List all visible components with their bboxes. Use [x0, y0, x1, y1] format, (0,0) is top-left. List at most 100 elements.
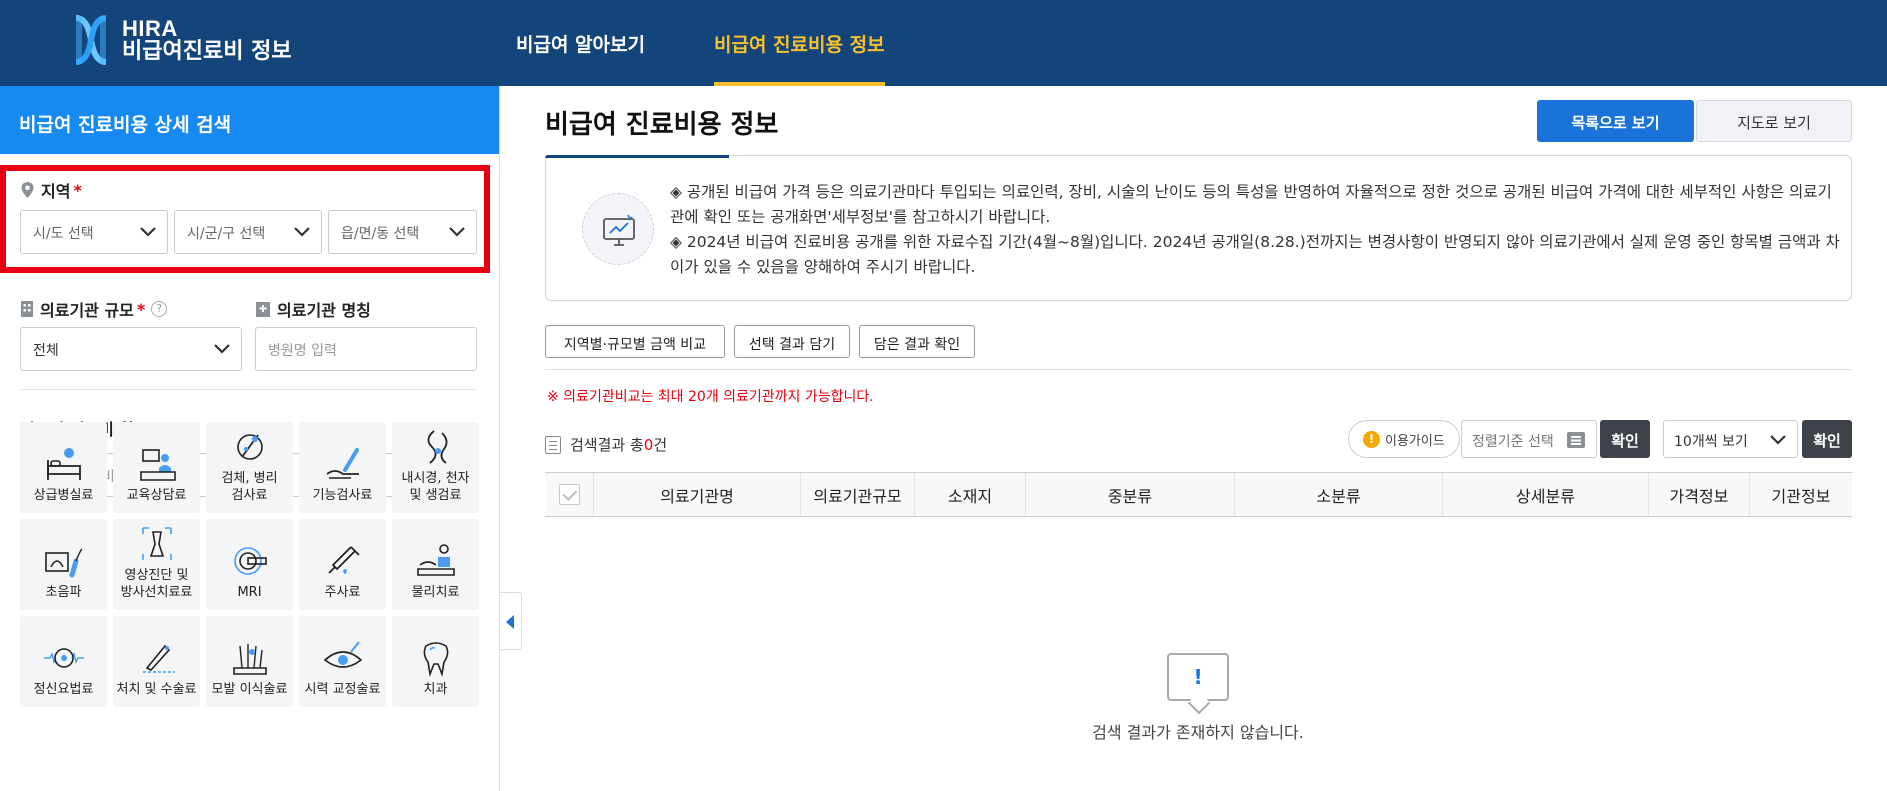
category-function-test[interactable]: 기능검사료	[299, 422, 386, 513]
category-label: MRI	[237, 585, 262, 601]
divider	[545, 369, 1852, 370]
category-label: 초음파	[45, 585, 82, 601]
nav-noncovered-cost[interactable]: 비급여 진료비용 정보	[714, 0, 885, 86]
sigungu-select[interactable]: 시/군/구 선택	[174, 210, 322, 254]
category-counseling[interactable]: 교육상담료	[113, 422, 200, 513]
location-pin-icon	[21, 182, 34, 198]
chevron-down-icon	[294, 227, 310, 237]
empty-result-text: 검색 결과가 존재하지 않습니다.	[1092, 723, 1304, 742]
tooth-icon	[423, 642, 448, 678]
category-label: 물리치료	[411, 585, 460, 601]
top-header: HIRA 비급여진료비 정보 비급여 알아보기 비급여 진료비용 정보	[0, 0, 1887, 86]
sidebar-title: 비급여 진료비용 상세 검색	[0, 86, 499, 154]
category-physiotherapy[interactable]: 물리치료	[392, 519, 479, 610]
results-table-header: 의료기관명 의료기관규모 소재지 중분류 소분류 상세분류 가격정보 기관정보	[545, 472, 1852, 517]
category-endoscopy[interactable]: 내시경, 천자 및 생검료	[392, 422, 479, 513]
eupmyeondong-select-value: 읍/면/동 선택	[341, 226, 420, 242]
empty-mark: !	[1193, 665, 1203, 689]
category-psychotherapy[interactable]: 정신요법료	[20, 616, 107, 707]
nav-noncovered-info[interactable]: 비급여 알아보기	[516, 0, 645, 86]
eupmyeondong-select[interactable]: 읍/면/동 선택	[328, 210, 477, 254]
category-injection[interactable]: 주사료	[299, 519, 386, 610]
region-scale-compare-button[interactable]: 지역별·규모별 금액 비교	[545, 325, 725, 358]
bed-icon	[46, 448, 81, 481]
page-title: 비급여 진료비용 정보	[545, 110, 779, 140]
chevron-down-icon	[214, 344, 230, 354]
col-institution-info[interactable]: 기관정보	[1750, 473, 1852, 516]
category-surgery[interactable]: 처치 및 수술료	[113, 616, 200, 707]
category-mri[interactable]: MRI	[206, 519, 293, 610]
notice-line-1: ◈ 공개된 비급여 가격 등은 의료기관마다 투입되는 의료인력, 장비, 시술…	[670, 183, 1832, 226]
scale-label: 의료기관 규모 * ?	[20, 297, 168, 321]
hira-logo-icon	[75, 15, 107, 65]
col-price-info[interactable]: 가격정보	[1649, 473, 1750, 516]
counseling-icon	[139, 449, 176, 481]
category-label: 상급병실료	[33, 488, 94, 504]
syringe-icon	[327, 546, 360, 575]
ultrasound-icon	[44, 548, 83, 578]
col-sub-category[interactable]: 소분류	[1235, 473, 1443, 516]
surgery-icon	[142, 644, 175, 673]
col-detail-category[interactable]: 상세분류	[1443, 473, 1649, 516]
category-ward[interactable]: 상급병실료	[20, 422, 107, 513]
result-suffix: 건	[653, 436, 668, 454]
hospital-icon	[256, 302, 270, 317]
col-middle-category[interactable]: 중분류	[1026, 473, 1235, 516]
page-size-confirm-button[interactable]: 확인	[1802, 420, 1852, 458]
list-view-button[interactable]: 목록으로 보기	[1537, 100, 1694, 142]
page-size-value: 10개씩 보기	[1674, 434, 1748, 450]
result-number: 0	[643, 435, 654, 454]
hospital-name-input[interactable]: 병원명 입력	[255, 327, 477, 371]
category-label: 영상진단 및 방사선치료료	[120, 568, 193, 601]
help-icon[interactable]: ?	[151, 301, 168, 317]
xray-icon	[141, 527, 172, 561]
view-selection-button[interactable]: 담은 결과 확인	[859, 325, 975, 358]
sido-select-value: 시/도 선택	[33, 226, 94, 242]
hospital-name-label: 의료기관 명칭	[255, 297, 371, 321]
sort-select[interactable]: 정렬기준 선택	[1461, 420, 1597, 458]
hair-icon	[232, 644, 267, 675]
region-label-text: 지역	[41, 182, 71, 201]
select-all-checkbox[interactable]	[558, 484, 580, 505]
category-specimen[interactable]: 검체, 병리 검사료	[206, 422, 293, 513]
scale-select[interactable]: 전체	[20, 327, 242, 371]
category-grid: 상급병실료 교육상담료 검체, 병리 검사료 기능검사료 내시경, 천자 및 생…	[20, 422, 479, 707]
notice-icon-wrap	[582, 193, 654, 265]
category-imaging[interactable]: 영상진단 및 방사선치료료	[113, 519, 200, 610]
category-ultrasound[interactable]: 초음파	[20, 519, 107, 610]
map-view-button[interactable]: 지도로 보기	[1696, 100, 1852, 142]
category-dental[interactable]: 치과	[392, 616, 479, 707]
notice-text: ◈ 공개된 비급여 가격 등은 의료기관마다 투입되는 의료인력, 장비, 시술…	[670, 180, 1840, 280]
document-icon	[545, 435, 561, 454]
required-mark: *	[73, 180, 82, 200]
scale-select-value: 전체	[33, 343, 59, 359]
list-icon	[1567, 432, 1585, 448]
category-vision-correction[interactable]: 시력 교정술료	[299, 616, 386, 707]
col-hospital-scale[interactable]: 의료기관규모	[801, 473, 915, 516]
category-label: 교육상담료	[126, 488, 187, 504]
add-selection-button[interactable]: 선택 결과 담기	[734, 325, 850, 358]
notice-box: ◈ 공개된 비급여 가격 등은 의료기관마다 투입되는 의료인력, 장비, 시술…	[545, 155, 1852, 301]
sort-placeholder: 정렬기준 선택	[1472, 434, 1554, 450]
logo-line2: 비급여진료비 정보	[122, 39, 292, 64]
category-label: 주사료	[324, 585, 361, 601]
usage-guide-button[interactable]: ! 이용가이드	[1348, 420, 1460, 458]
result-prefix: 검색결과 총	[570, 436, 644, 454]
select-all-cell	[545, 473, 594, 516]
guide-label: 이용가이드	[1385, 433, 1445, 449]
logo-line1: HIRA	[122, 15, 178, 41]
empty-result-icon: !	[1167, 653, 1229, 701]
hira-logo[interactable]: HIRA 비급여진료비 정보	[72, 14, 292, 66]
sort-confirm-button[interactable]: 확인	[1600, 420, 1650, 458]
category-hair-transplant[interactable]: 모발 이식술료	[206, 616, 293, 707]
sido-select[interactable]: 시/도 선택	[20, 210, 168, 254]
region-label: 지역 *	[20, 178, 82, 202]
hospital-name-label-text: 의료기관 명칭	[277, 301, 371, 320]
col-location[interactable]: 소재지	[915, 473, 1026, 516]
hospital-name-placeholder: 병원명 입력	[268, 343, 337, 359]
sidebar-collapse-button[interactable]	[500, 592, 522, 650]
page-size-select[interactable]: 10개씩 보기	[1663, 420, 1798, 458]
col-hospital-name[interactable]: 의료기관명	[594, 473, 801, 516]
warning-icon: !	[1363, 430, 1380, 448]
brain-icon	[43, 648, 84, 668]
